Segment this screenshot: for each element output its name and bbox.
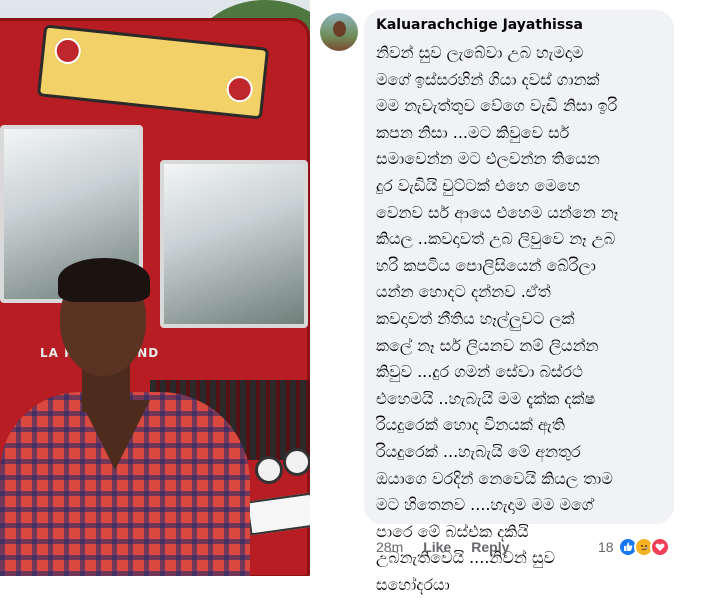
avatar-face [333,21,346,37]
love-icon [649,537,670,557]
comment-line: මම නැවැත්තුව වේගෙ වැඩි නිසා ඉරි [376,96,618,116]
reaction-summary[interactable]: 18 [598,536,670,558]
comment-author[interactable]: Kaluarachchige Jayathissa [376,17,583,33]
post-photo[interactable]: LA K - LEYLAND [0,0,310,576]
comment-line: කිවුව ...දුර ගමන් සේවා බස්රථ [376,362,583,382]
comment-line: රියදුරෙක් ...හැබැයි මේ අනතුර [376,441,581,461]
comment-line: කියල ..කවදාවත් උබ ලිවුවෙ නෑ උබ [376,229,616,249]
comment-line: දුර වැඩියි චුට්ටක් එහෙ මෙහෙ [376,175,581,195]
comment-timestamp[interactable]: 28m [376,539,403,555]
bus-headlight [283,448,310,476]
comment-line: කපන නිසා ...මට කිවුවෙ සර් [376,122,570,142]
avatar[interactable] [320,13,358,51]
reply-button[interactable]: Reply [471,539,509,555]
comment-line: ඔයාගෙ වරදින් නෙවෙයි කියල තාම [376,468,613,488]
comment-line: කලේ නෑ සර් ලියනව නම් ලියන්න [376,335,599,355]
comment-actions: 28m Like Reply [376,536,509,558]
comment-line: යන්න හොදට දන්නව .ඒත් [376,282,551,302]
bus-window-right [160,160,308,328]
comment-line: හරි කපටිය පොලිසියෙන් බේරිලා [376,255,596,275]
comment-line: වෙනව සර් ආයෙ එහෙම යන්නෙ නෑ [376,202,619,222]
like-button[interactable]: Like [423,539,451,555]
comment-line: මගේ ඉස්සරහින් ගියා දවස් ගානක් [376,69,600,89]
bus-headlight [255,456,283,484]
comment-bubble: Kaluarachchige Jayathissa නිවන් සුව ලැබේ… [364,10,674,594]
comment-line: එහෙමයි ..හැබැයි මම දැක්ක දක්ෂ [376,388,596,408]
comment-line: සමාවෙන්න මට එලවන්න තියෙන [376,149,600,169]
comment-line: නිවන් සුව ලැබේවා උබ හැමදාම [376,43,584,62]
comment-line: කවදාවත් නීතිය හෑල්ලුවට ලක් [376,308,575,328]
comment-text: නිවන් සුව ලැබේවා උබ හැමදාම මගේ ඉස්සරහින්… [376,40,668,598]
reaction-count: 18 [598,539,614,555]
person-hair [58,258,150,302]
comment-line: මට හිතෙනව ....හැදාම මම මගේ [376,495,594,515]
comment-line: රියදුරෙක් හොද විනයක් ඇති [376,415,565,435]
